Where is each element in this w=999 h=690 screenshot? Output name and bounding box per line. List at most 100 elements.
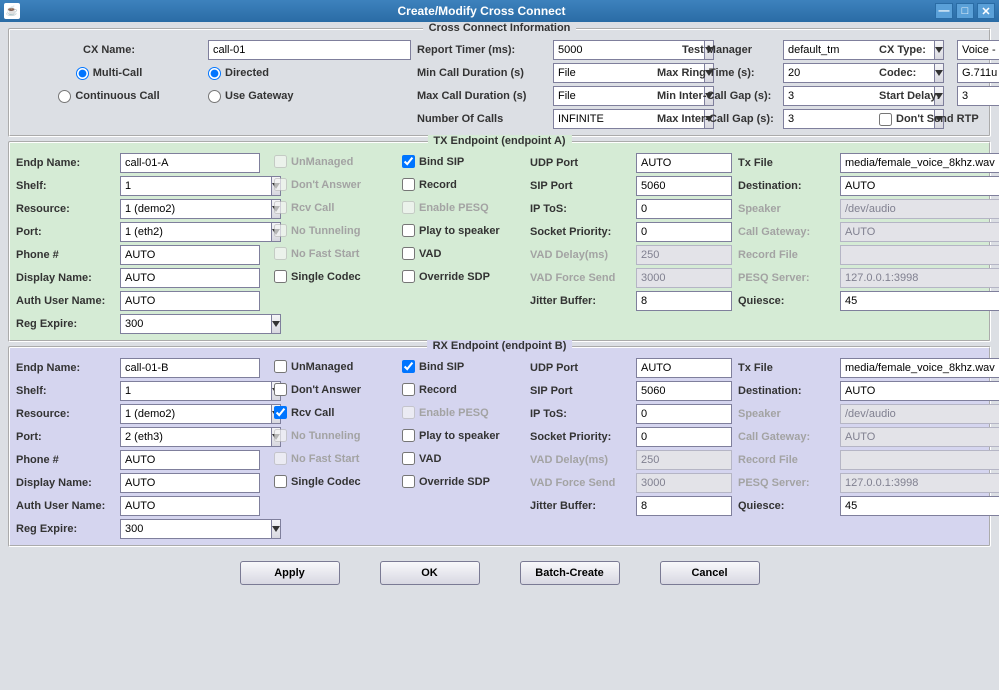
number-of-calls-combo[interactable] [553,109,651,129]
auth-user-name-input[interactable] [120,291,260,311]
vad-checkbox[interactable]: VAD [402,452,441,465]
ip-tos-label: IP ToS: [530,408,630,420]
call-gateway-label: Call Gateway: [738,431,834,443]
min-inter-call-gap-combo[interactable] [783,86,873,106]
tx-file-input[interactable] [840,358,999,378]
endp-name-input[interactable] [120,153,260,173]
record-file-input [840,450,999,470]
override-sdp-checkbox[interactable]: Override SDP [402,475,490,488]
port-combo[interactable] [120,222,260,242]
tx-file-input[interactable] [840,153,999,173]
destination-input[interactable] [840,381,999,401]
speaker-label: Speaker [738,203,834,215]
auth-user-name-input[interactable] [120,496,260,516]
min-call-duration-combo[interactable] [553,63,651,83]
port-combo[interactable] [120,427,260,447]
socket-priority-label: Socket Priority: [530,226,630,238]
record-file-label: Record File [738,249,834,261]
pesq-server-input [840,473,999,493]
rcv-call-checkbox[interactable]: Rcv Call [274,406,334,419]
quiesce-combo[interactable] [840,291,999,311]
multi-call-radio[interactable]: Multi-Call [16,67,202,80]
shelf-combo[interactable] [120,381,260,401]
destination-input[interactable] [840,176,999,196]
unmanaged-checkbox[interactable]: UnManaged [274,360,353,373]
shelf-label: Shelf: [16,385,114,397]
cx-type-combo[interactable] [957,40,999,60]
jitter-buffer-input[interactable] [636,291,732,311]
resource-combo[interactable] [120,404,260,424]
tx-endpoint-panel: TX Endpoint (endpoint A) Endp Name:UnMan… [8,141,991,342]
quiesce-combo[interactable] [840,496,999,516]
record-checkbox[interactable]: Record [402,383,457,396]
resource-label: Resource: [16,408,114,420]
udp-port-input[interactable] [636,153,732,173]
test-manager-combo[interactable] [783,40,873,60]
no-fast-start-checkbox: No Fast Start [274,452,359,465]
max-call-duration-combo[interactable] [553,86,651,106]
jitter-buffer-input[interactable] [636,496,732,516]
reg-expire-combo[interactable] [120,314,260,334]
ok-button[interactable]: OK [380,561,480,585]
socket-priority-input[interactable] [636,427,732,447]
single-codec-checkbox[interactable]: Single Codec [274,475,361,488]
ip-tos-input[interactable] [636,199,732,219]
directed-radio[interactable]: Directed [208,67,411,80]
single-codec-checkbox[interactable]: Single Codec [274,270,361,283]
cx-name-input[interactable] [208,40,411,60]
cross-connect-info-panel: Cross Connect Information CX Name: Repor… [8,28,991,137]
endp-name-label: Endp Name: [16,157,114,169]
report-timer-combo[interactable] [553,40,651,60]
dont-send-rtp-checkbox[interactable]: Don't Send RTP [879,113,999,126]
bind-sip-checkbox[interactable]: Bind SIP [402,155,464,168]
sip-port-input[interactable] [636,176,732,196]
dont-answer-checkbox[interactable]: Don't Answer [274,383,361,396]
vad-force-send-label: VAD Force Send [530,272,630,284]
use-gateway-radio[interactable]: Use Gateway [208,90,411,103]
vad-delay-label: VAD Delay(ms) [530,454,630,466]
vad-delay-label: VAD Delay(ms) [530,249,630,261]
endp-name-input[interactable] [120,358,260,378]
phone-label: Phone # [16,249,114,261]
max-ring-time-label: Max Ring Time (s): [657,67,777,79]
phone-label: Phone # [16,454,114,466]
override-sdp-checkbox[interactable]: Override SDP [402,270,490,283]
play-to-speaker-checkbox[interactable]: Play to speaker [402,429,500,442]
resource-combo[interactable] [120,199,260,219]
report-timer-label: Report Timer (ms): [417,44,547,56]
apply-button[interactable]: Apply [240,561,340,585]
max-inter-call-gap-combo[interactable] [783,109,873,129]
ip-tos-input[interactable] [636,404,732,424]
vad-force-send-input [636,268,732,288]
socket-priority-input[interactable] [636,222,732,242]
vad-checkbox[interactable]: VAD [402,247,441,260]
cancel-button[interactable]: Cancel [660,561,760,585]
display-name-input[interactable] [120,268,260,288]
batch-create-button[interactable]: Batch-Create [520,561,620,585]
call-gateway-input [840,427,999,447]
udp-port-label: UDP Port [530,157,630,169]
number-of-calls-label: Number Of Calls [417,113,547,125]
window-title: Create/Modify Cross Connect [28,4,935,18]
pesq-server-label: PESQ Server: [738,272,834,284]
udp-port-input[interactable] [636,358,732,378]
bind-sip-checkbox[interactable]: Bind SIP [402,360,464,373]
codec-combo[interactable] [957,63,999,83]
continuous-call-radio[interactable]: Continuous Call [16,90,202,103]
phone-input[interactable] [120,245,260,265]
play-to-speaker-checkbox[interactable]: Play to speaker [402,224,500,237]
maximize-button[interactable]: □ [956,3,974,19]
reg-expire-combo[interactable] [120,519,260,539]
start-delay-combo[interactable] [957,86,999,106]
shelf-combo[interactable] [120,176,260,196]
codec-label: Codec: [879,67,951,79]
min-inter-call-gap-label: Min Inter-Call Gap (s): [657,90,777,102]
speaker-label: Speaker [738,408,834,420]
max-ring-time-combo[interactable] [783,63,873,83]
display-name-input[interactable] [120,473,260,493]
phone-input[interactable] [120,450,260,470]
minimize-button[interactable]: — [935,3,953,19]
close-button[interactable]: ✕ [977,3,995,19]
record-checkbox[interactable]: Record [402,178,457,191]
sip-port-input[interactable] [636,381,732,401]
